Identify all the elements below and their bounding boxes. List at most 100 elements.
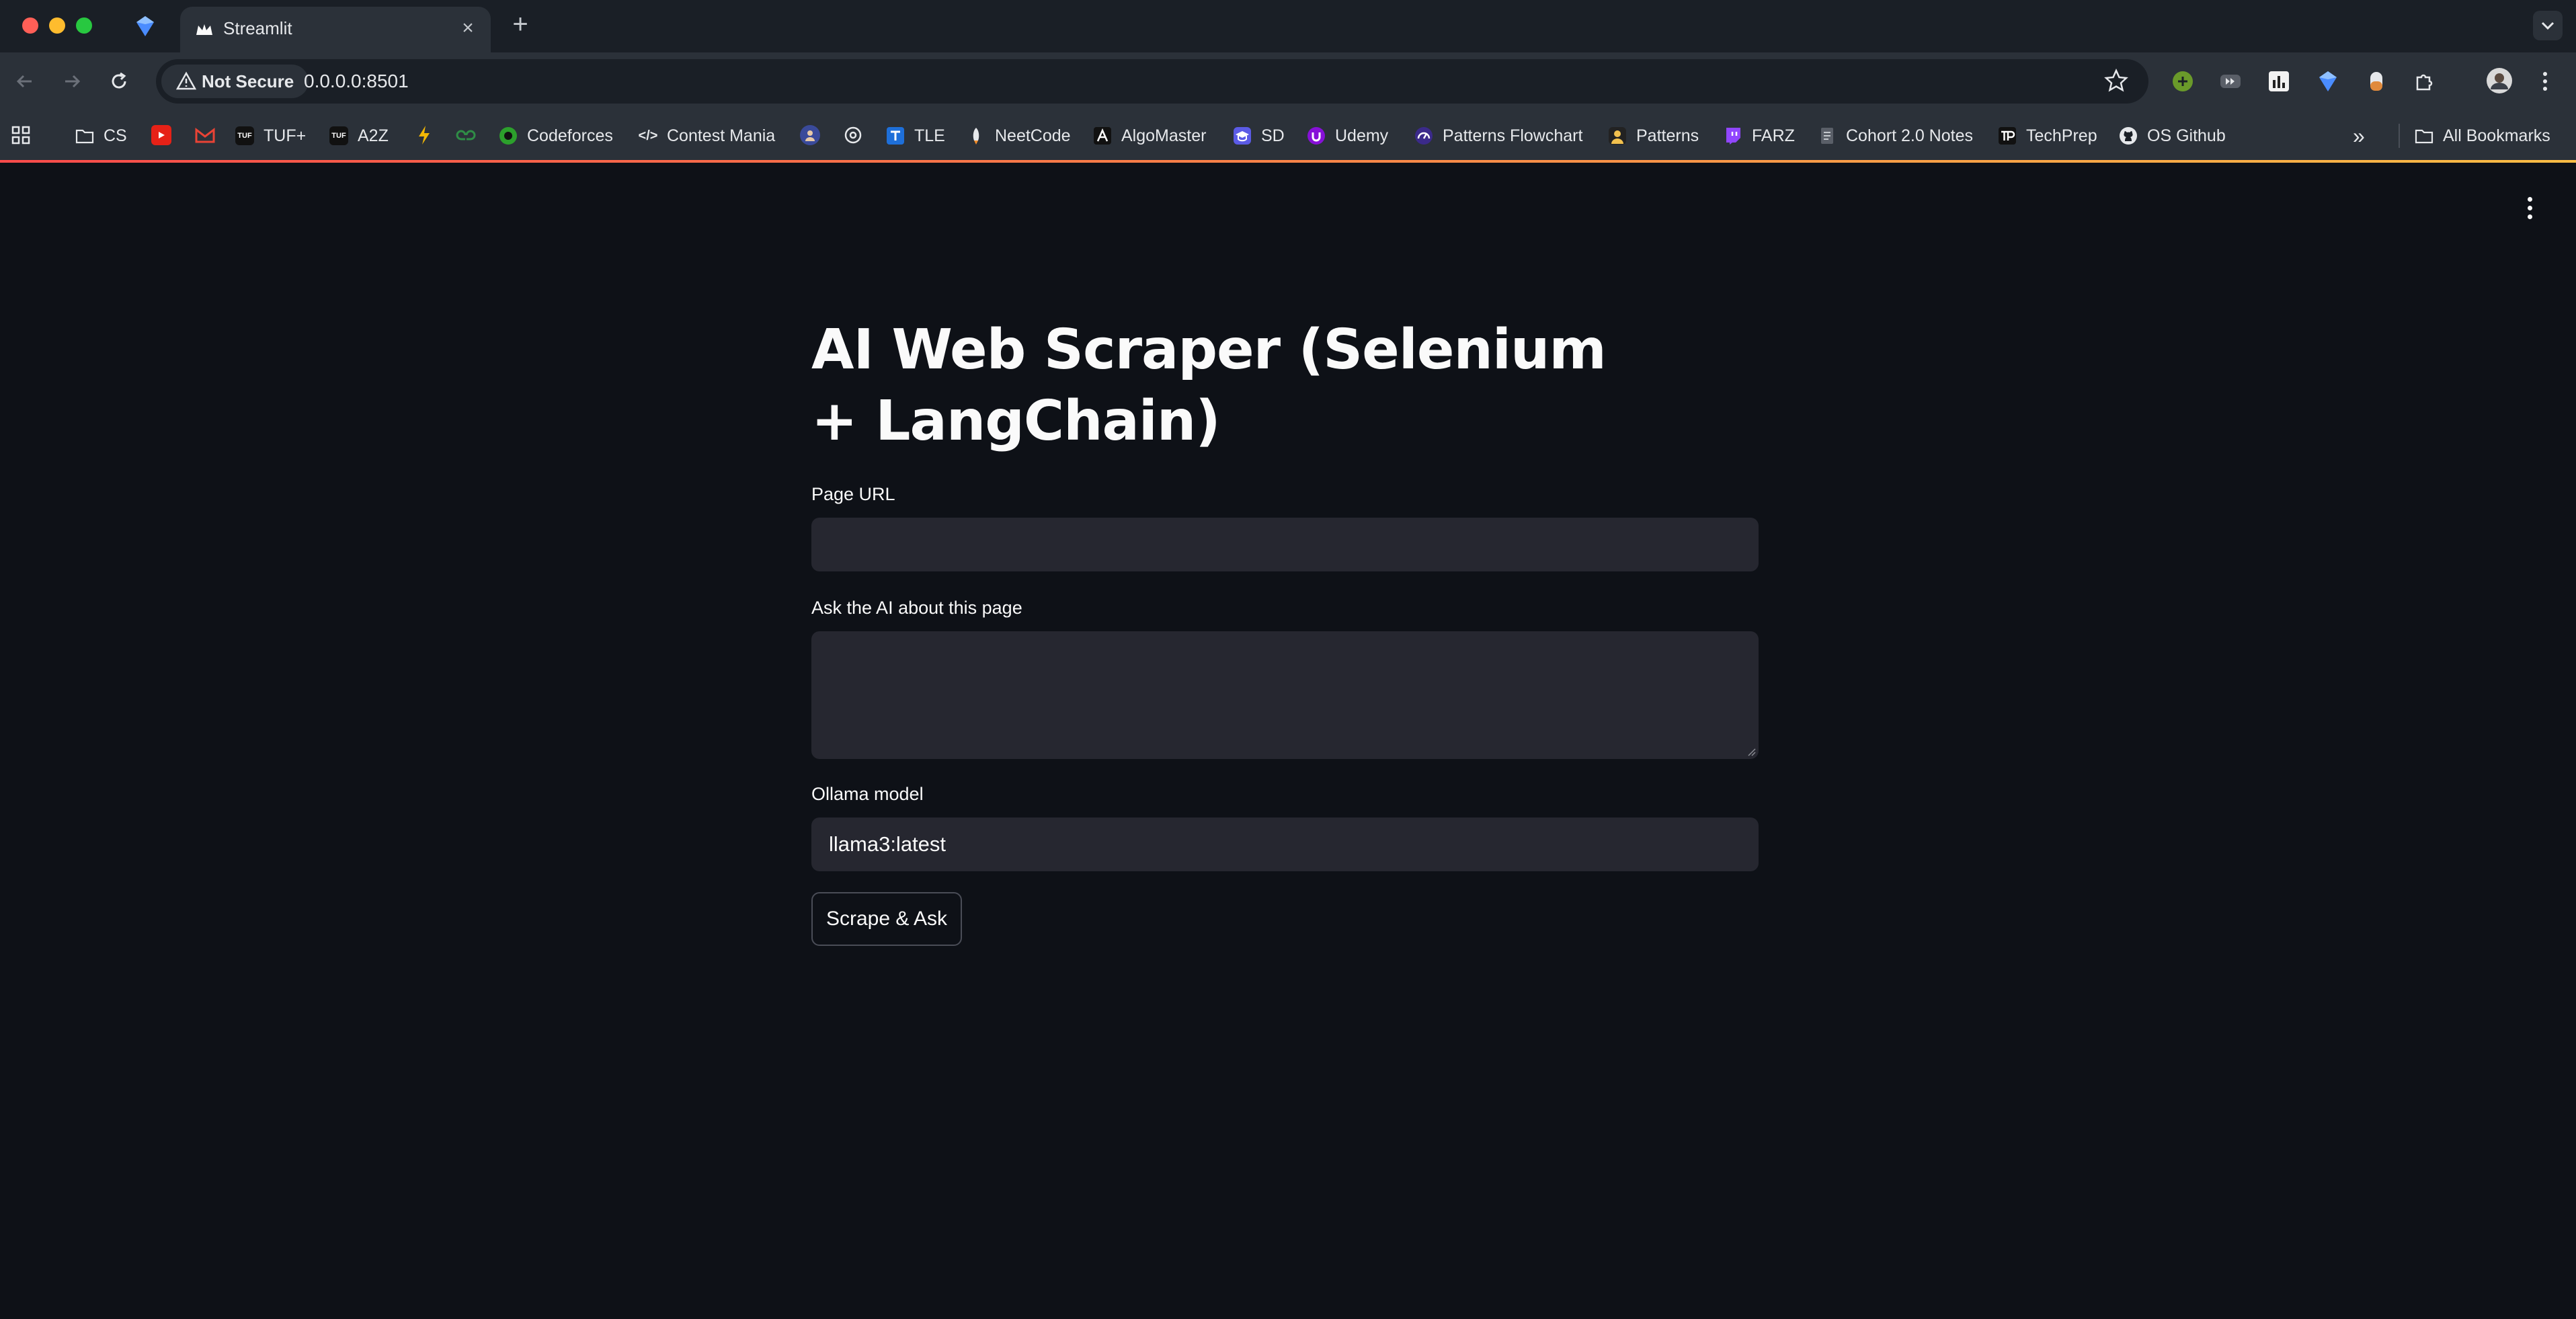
- bookmark-label: FARZ: [1752, 126, 1795, 145]
- address-bar[interactable]: Not Secure 0.0.0.0:8501: [156, 59, 2148, 104]
- bookmark-label: TechPrep: [2026, 126, 2097, 145]
- ask-ai-label: Ask the AI about this page: [811, 598, 1022, 618]
- close-window-button[interactable]: [22, 17, 38, 34]
- scrape-and-ask-button[interactable]: Scrape & Ask: [811, 892, 962, 946]
- bookmark-youtube[interactable]: [151, 125, 171, 145]
- bookmark-cohort-notes[interactable]: Cohort 2.0 Notes: [1818, 122, 1973, 149]
- bookmark-contest-mania[interactable]: </> Contest Mania: [638, 122, 776, 149]
- bookmark-lightning[interactable]: [414, 125, 434, 145]
- bookmark-label: CS: [104, 126, 127, 145]
- close-tab-button[interactable]: ×: [456, 16, 480, 40]
- bookmarks-bar: CS TUF TUF+ TUF A2Z Codeforces </> Conte…: [0, 110, 2576, 161]
- fast-forward-icon: [2220, 75, 2241, 88]
- puzzle-icon: [2416, 74, 2433, 91]
- reload-button[interactable]: [104, 66, 134, 97]
- page-title: AI Web Scraper (Selenium + LangChain): [811, 318, 1607, 453]
- bookmark-label: SD: [1261, 126, 1285, 145]
- app-main-menu-button[interactable]: [2520, 191, 2540, 225]
- streamlit-app: AI Web Scraper (Selenium + LangChain) Pa…: [0, 163, 2576, 1319]
- bookmark-tuf-plus[interactable]: TUF TUF+: [235, 122, 306, 149]
- bookmark-patterns[interactable]: Patterns: [1608, 122, 1699, 149]
- bookmark-gmail[interactable]: [195, 125, 215, 145]
- extension-chart[interactable]: [2266, 69, 2292, 94]
- all-bookmarks-label: All Bookmarks: [2443, 126, 2550, 145]
- plus-circle-icon: [2173, 71, 2193, 91]
- openai-icon: [844, 126, 862, 144]
- ask-ai-textarea[interactable]: [811, 631, 1759, 759]
- bookmark-gfg[interactable]: [456, 125, 476, 145]
- arrow-right-icon: [65, 75, 81, 88]
- bookmark-neetcode[interactable]: NeetCode: [967, 122, 1071, 149]
- document-icon: [1821, 128, 1833, 144]
- minimize-window-button[interactable]: [49, 17, 65, 34]
- url-text: 0.0.0.0:8501: [304, 71, 409, 91]
- codeforces-icon: [499, 127, 517, 145]
- bookmark-algomaster[interactable]: AlgoMaster: [1093, 122, 1206, 149]
- kebab-menu-icon: [2543, 72, 2547, 91]
- bookmark-label: NeetCode: [995, 126, 1071, 145]
- security-label: Not Secure: [202, 71, 294, 91]
- resize-handle-icon[interactable]: [1745, 746, 1756, 756]
- tab-search-button[interactable]: [2533, 11, 2563, 40]
- apps-button[interactable]: [11, 125, 31, 145]
- page-url-input[interactable]: [811, 518, 1759, 571]
- extension-media[interactable]: [2218, 69, 2243, 94]
- bookmark-a2z[interactable]: TUF A2Z: [329, 122, 389, 149]
- tuf-icon: TUF: [235, 126, 254, 145]
- menu-dot: [2527, 214, 2532, 219]
- bookmark-star-icon[interactable]: [2104, 69, 2128, 93]
- bookmark-label: Patterns: [1636, 126, 1699, 145]
- bookmarks-divider: [2399, 124, 2400, 148]
- menu-dot: [2527, 205, 2532, 210]
- avatar-icon: [2487, 68, 2512, 93]
- bookmark-udemy[interactable]: Udemy: [1307, 122, 1388, 149]
- maximize-window-button[interactable]: [76, 17, 92, 34]
- person-icon: [805, 130, 815, 141]
- techprep-icon: [1999, 127, 2016, 145]
- tle-icon: [887, 127, 904, 145]
- extension-gem[interactable]: [2315, 69, 2341, 94]
- gem-icon: [2319, 71, 2337, 91]
- bookmark-techprep[interactable]: TechPrep: [1998, 122, 2097, 149]
- new-tab-button[interactable]: +: [506, 11, 535, 40]
- bookmark-label: TLE: [914, 126, 945, 145]
- ollama-model-label: Ollama model: [811, 784, 924, 804]
- all-bookmarks-button[interactable]: All Bookmarks: [2415, 122, 2550, 149]
- bookmark-sd[interactable]: SD: [1233, 122, 1285, 149]
- bookmark-os-github[interactable]: OS Github: [2119, 122, 2226, 149]
- site-info-chip[interactable]: Not Secure: [161, 65, 309, 98]
- bookmark-openai[interactable]: [843, 125, 863, 145]
- reload-icon: [112, 72, 126, 89]
- bookmark-farz[interactable]: FARZ: [1724, 122, 1795, 149]
- folder-icon: [75, 129, 94, 144]
- bookmark-cs[interactable]: CS: [75, 122, 127, 149]
- code-icon: </>: [638, 128, 658, 143]
- extensions-button[interactable]: [2411, 69, 2437, 94]
- tab-streamlit[interactable]: Streamlit ×: [180, 7, 491, 52]
- extension-green[interactable]: [2170, 69, 2196, 94]
- twitch-icon: [1726, 128, 1740, 145]
- bookmark-patterns-flowchart[interactable]: Patterns Flowchart: [1414, 122, 1582, 149]
- ollama-model-input[interactable]: llama3:latest: [811, 817, 1759, 871]
- bookmark-label: Contest Mania: [667, 126, 776, 145]
- back-button[interactable]: [9, 66, 40, 97]
- tab-title: Streamlit: [223, 18, 292, 38]
- bookmarks-overflow-button[interactable]: »: [2353, 122, 2365, 149]
- profile-avatar[interactable]: [2485, 66, 2514, 95]
- bookmark-avatar[interactable]: [800, 125, 820, 145]
- github-icon: [2120, 127, 2137, 145]
- graduation-cap-icon: [1234, 127, 1251, 145]
- gfg-icon: [456, 130, 476, 141]
- algomaster-icon: [1094, 127, 1111, 145]
- bookmark-label: Udemy: [1335, 126, 1389, 145]
- forward-button[interactable]: [56, 66, 87, 97]
- tuf-icon: TUF: [329, 126, 348, 145]
- bookmark-tle[interactable]: TLE: [886, 122, 945, 149]
- bookmark-codeforces[interactable]: Codeforces: [499, 122, 613, 149]
- extension-capsule[interactable]: [2364, 69, 2389, 94]
- capsule-icon: [2370, 72, 2382, 91]
- tab-strip: Streamlit × +: [0, 0, 2576, 52]
- browser-menu-button[interactable]: [2532, 69, 2558, 94]
- pinned-tab-gem[interactable]: [131, 12, 159, 40]
- patterns-avatar-icon: [1609, 127, 1626, 145]
